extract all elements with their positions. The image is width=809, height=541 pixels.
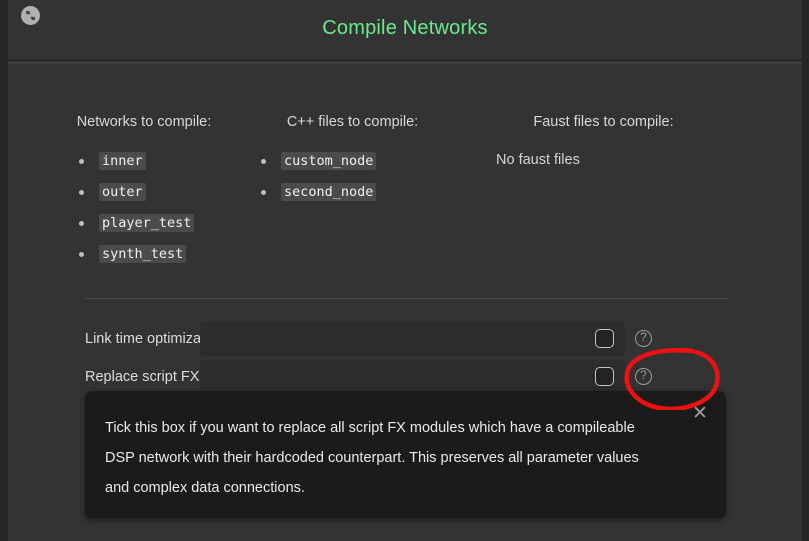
column-header-faust: Faust files to compile: — [533, 114, 674, 130]
network-name: player_test — [99, 214, 195, 232]
setting-row-link-time-optimization: Link time optimization ? — [8, 320, 802, 357]
cpp-file-name: second_node — [281, 183, 377, 201]
setting-row-replace-script-fx-modules: Replace script FX modules ? — [8, 358, 802, 395]
checkbox-replace-script-fx-modules[interactable] — [595, 367, 614, 386]
faust-empty-message: No faust files — [496, 152, 580, 168]
setting-field-link-time-optimization[interactable] — [200, 321, 625, 356]
setting-label-link-time-optimization: Link time optimization — [85, 330, 225, 347]
help-tooltip-text: Tick this box if you want to replace all… — [105, 420, 639, 496]
network-name: outer — [99, 183, 146, 201]
column-header-networks: Networks to compile: — [76, 114, 212, 130]
list-item: synth_test — [74, 245, 238, 263]
help-tooltip: Tick this box if you want to replace all… — [85, 391, 726, 518]
compile-networks-window: Compile Networks Networks to compile: in… — [0, 0, 809, 541]
column-header-cpp: C++ files to compile: — [286, 114, 419, 130]
close-icon[interactable]: ✕ — [689, 403, 711, 425]
list-item: inner — [74, 152, 238, 170]
settings-divider — [85, 298, 728, 299]
checkbox-link-time-optimization[interactable] — [595, 329, 614, 348]
title-bar-inner: Compile Networks — [8, 0, 802, 58]
column-networks: Networks to compile: inner outer player_… — [8, 114, 238, 276]
help-icon-replace-script-fx-modules[interactable]: ? — [635, 368, 652, 385]
list-item: custom_node — [256, 152, 454, 170]
network-name: synth_test — [99, 245, 187, 263]
list-item: second_node — [256, 183, 454, 201]
file-columns: Networks to compile: inner outer player_… — [8, 114, 802, 276]
column-faust-files: Faust files to compile: No faust files — [454, 114, 724, 276]
list-item: player_test — [74, 214, 238, 232]
cpp-file-name: custom_node — [281, 152, 377, 170]
setting-label-replace-script-fx-modules: Replace script FX modules — [85, 368, 259, 385]
window-border-left — [0, 0, 8, 541]
dialog-content: Networks to compile: inner outer player_… — [8, 64, 802, 541]
networks-list: inner outer player_test synth_test — [74, 152, 238, 263]
window-border-right — [802, 0, 809, 541]
setting-field-replace-script-fx-modules[interactable] — [200, 359, 625, 394]
network-name: inner — [99, 152, 146, 170]
title-bar: Compile Networks — [8, 0, 802, 61]
column-cpp-files: C++ files to compile: custom_node second… — [238, 114, 454, 276]
settings-section: Link time optimization ? Replace script … — [8, 320, 802, 396]
page-title: Compile Networks — [322, 17, 488, 39]
cpp-files-list: custom_node second_node — [256, 152, 454, 201]
help-icon-link-time-optimization[interactable]: ? — [635, 330, 652, 347]
list-item: outer — [74, 183, 238, 201]
